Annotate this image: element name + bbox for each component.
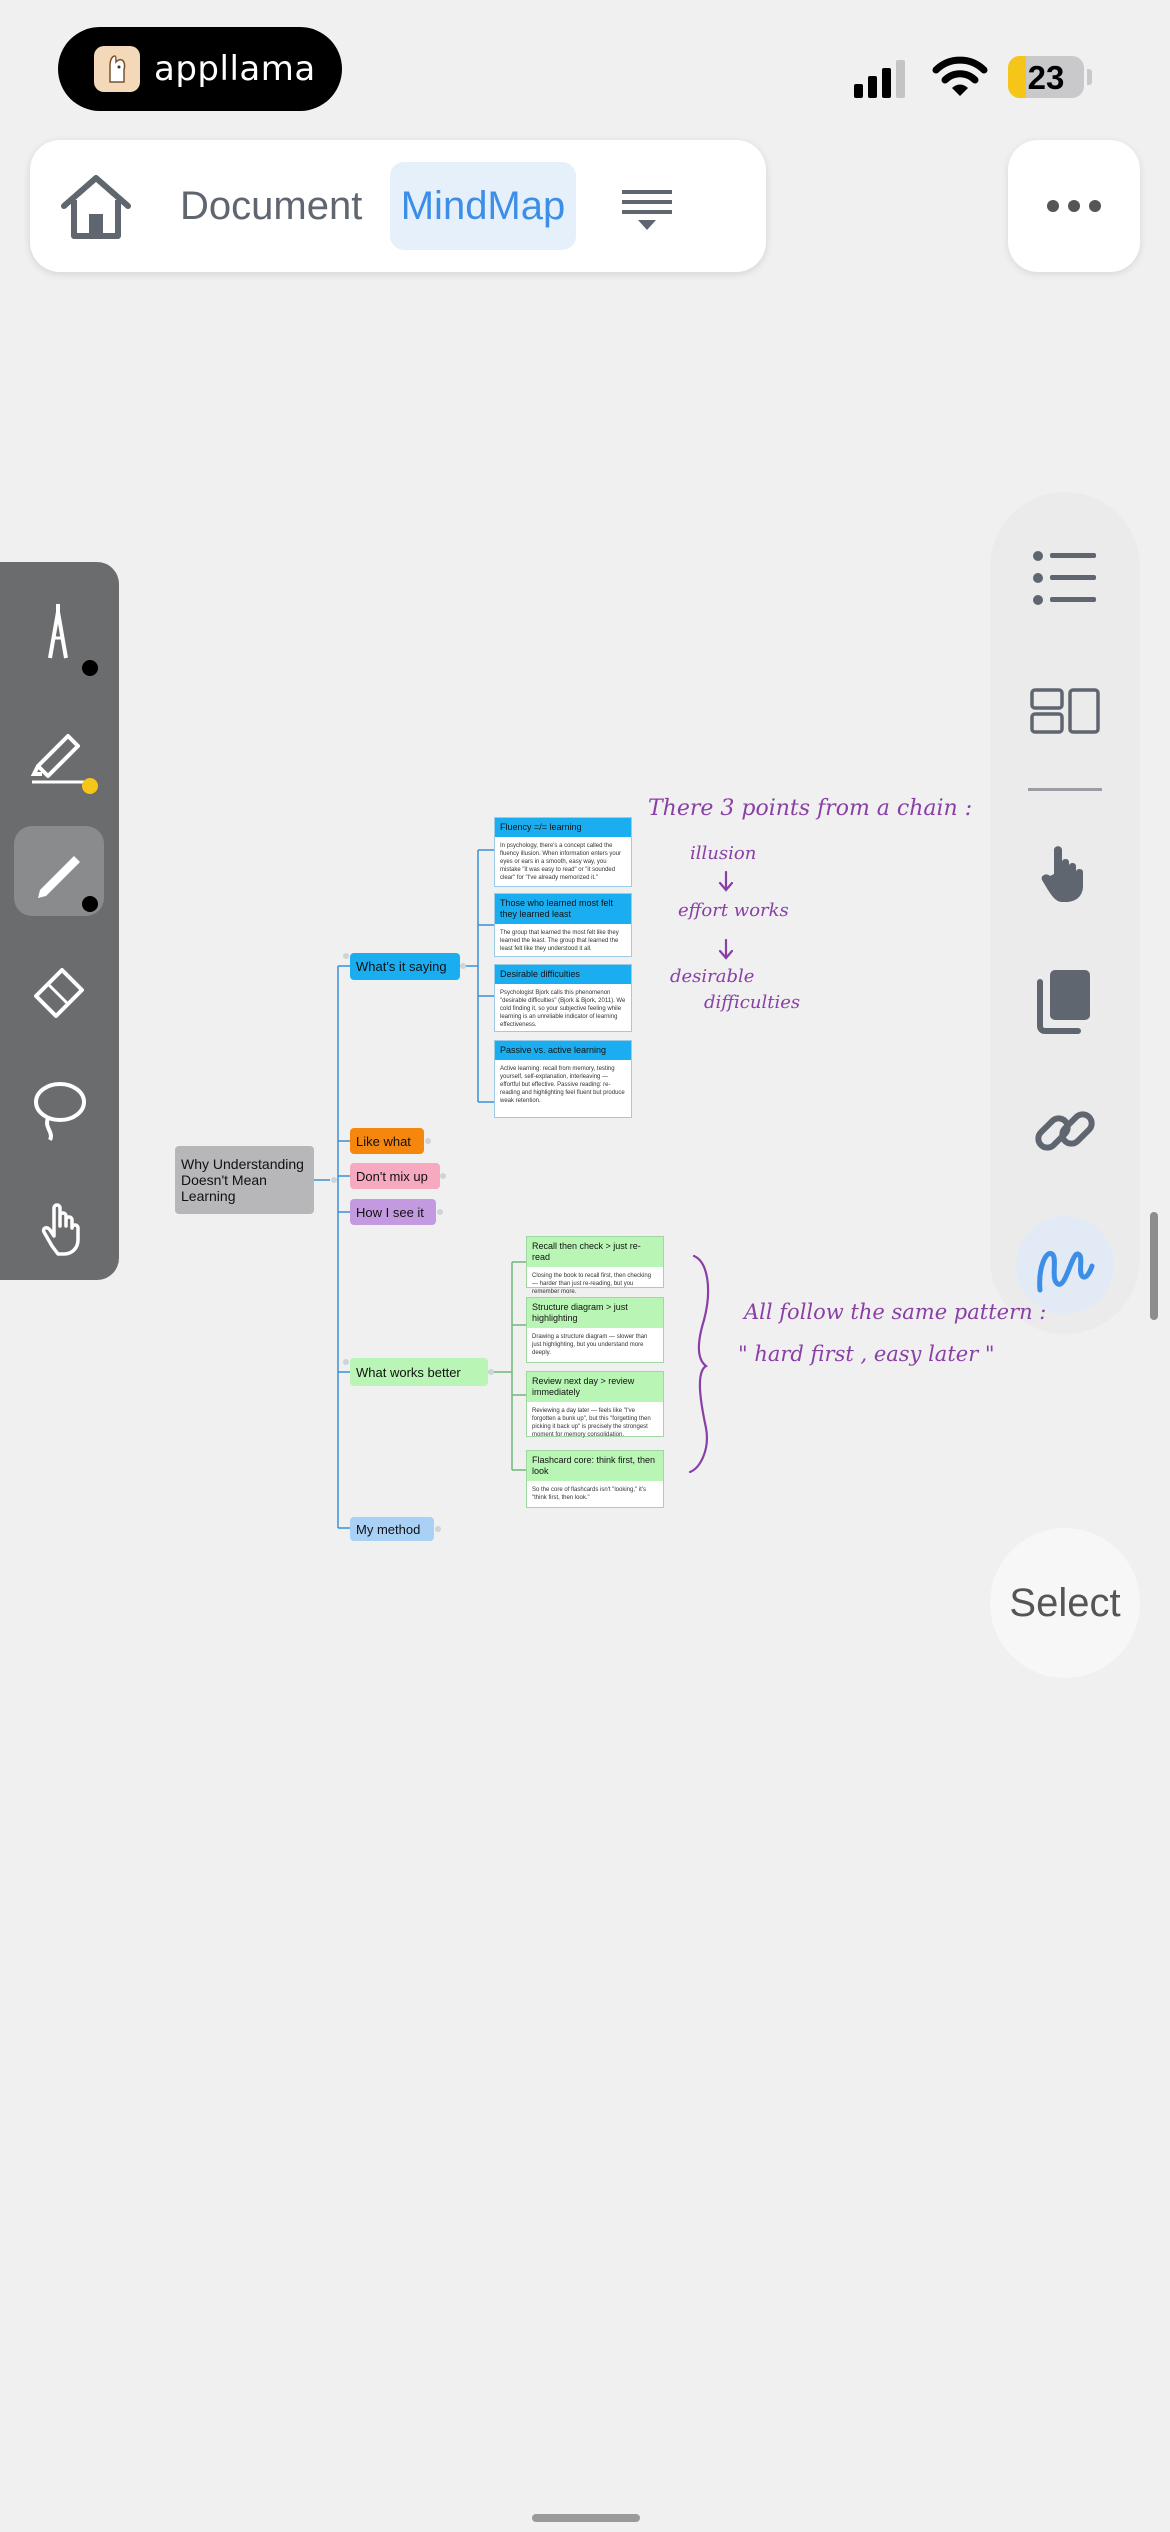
handwritten-effort-works: effort works [678,900,789,921]
side-action-panel [990,492,1140,1334]
drawing-tools-panel [0,562,119,1280]
layout-panels-icon[interactable] [1030,686,1100,741]
card-body: Drawing a structure diagram — slower tha… [532,1334,648,1356]
tab-document[interactable]: Document [180,162,362,250]
vertical-scrollbar[interactable] [1150,1212,1158,1320]
card-body: Closing the book to recall first, then c… [532,1273,652,1295]
app-brand-pill: appllama [58,27,342,111]
brand-name: appllama [154,49,316,89]
card-desirable-difficulties[interactable]: Desirable difficulties Psychologist Bjor… [494,964,632,1032]
card-body: Active learning: recall from memory, tes… [500,1066,625,1104]
handwriting-mode-button[interactable] [1016,1216,1114,1314]
link-icon[interactable] [1032,1098,1098,1169]
card-title: Those who learned most felt they learned… [495,894,631,924]
highlighter-tool[interactable] [14,708,104,798]
view-switcher-toolbar: Document MindMap [30,140,766,272]
battery-level: 23 [1027,59,1065,96]
battery-indicator: 23 [1008,56,1084,98]
handwritten-pattern-title: All follow the same pattern : [744,1300,1047,1324]
card-body: In psychology, there's a concept called … [500,843,622,881]
card-body: Reviewing a day later — feels like "I've… [532,1408,651,1438]
hand-icon [41,1203,80,1256]
mindmap-root-node[interactable]: Why Understanding Doesn't Mean Learning [175,1146,314,1214]
branch-whats-it-saying[interactable]: What's it saying [350,953,460,980]
card-title: Structure diagram > just highlighting [527,1298,663,1328]
card-body: So the core of flashcards isn't "looking… [532,1487,646,1501]
card-learned-least[interactable]: Those who learned most felt they learned… [494,893,632,957]
card-title: Fluency =/= learning [495,818,631,837]
cellular-signal-icon [854,60,914,103]
handwritten-desirable: desirable [670,966,755,987]
card-flashcard-core[interactable]: Flashcard core: think first, then look S… [526,1450,664,1508]
squiggle-pen-icon [1037,1250,1095,1293]
highlighter-color-dot [82,778,98,794]
card-title: Recall then check > just re-read [527,1237,663,1267]
card-body: Psychologist Bjork calls this phenomenon… [500,990,626,1028]
card-passive-vs-active[interactable]: Passive vs. active learning Active learn… [494,1040,632,1118]
pen-color-dot [82,660,98,676]
panel-divider [1028,788,1102,791]
battery-cap [1087,69,1092,85]
pencil-tool[interactable] [14,826,104,916]
lasso-tool[interactable] [14,1062,104,1152]
handwritten-pattern-quote: " hard first , easy later " [738,1342,995,1366]
handwritten-difficulties: difficulties [704,992,801,1013]
outline-menu-icon[interactable] [622,188,674,237]
copy-pages-icon[interactable] [1036,968,1094,1039]
select-button[interactable]: Select [990,1528,1140,1678]
branch-what-works-better[interactable]: What works better [350,1358,488,1386]
handwritten-illusion: illusion [690,843,757,864]
more-options-button[interactable] [1008,140,1140,272]
branch-like-what[interactable]: Like what [350,1128,424,1154]
branch-how-i-see-it[interactable]: How I see it [350,1199,436,1225]
card-recall-then-check[interactable]: Recall then check > just re-read Closing… [526,1236,664,1295]
handwritten-chain-title: There 3 points from a chain : [648,796,973,821]
card-title: Review next day > review immediately [527,1372,663,1402]
card-fluency[interactable]: Fluency =/= learning In psychology, ther… [494,817,632,887]
home-icon[interactable] [58,170,134,247]
pencil-color-dot [82,896,98,912]
card-body: The group that learned the most felt lik… [500,930,619,952]
pointer-hand-icon[interactable] [1036,840,1096,909]
branch-my-method[interactable]: My method [350,1517,434,1541]
llama-logo-icon [94,46,140,92]
home-indicator [532,2514,640,2522]
wifi-icon [932,56,988,103]
eraser-icon [34,968,84,1018]
card-title: Flashcard core: think first, then look [527,1451,663,1481]
hand-pan-tool[interactable] [14,1180,104,1270]
eraser-tool[interactable] [14,944,104,1034]
fountain-pen-tool[interactable] [14,590,104,680]
card-title: Passive vs. active learning [495,1041,631,1060]
lasso-icon [34,1082,86,1141]
card-review-next-day[interactable]: Review next day > review immediately Rev… [526,1371,664,1438]
card-title: Desirable difficulties [495,965,631,984]
outline-list-icon[interactable] [1032,548,1098,613]
branch-dont-mix-up[interactable]: Don't mix up [350,1163,440,1189]
ellipsis-icon [1047,200,1101,212]
card-structure-diagram[interactable]: Structure diagram > just highlighting Dr… [526,1297,664,1363]
tab-mindmap[interactable]: MindMap [390,162,576,250]
